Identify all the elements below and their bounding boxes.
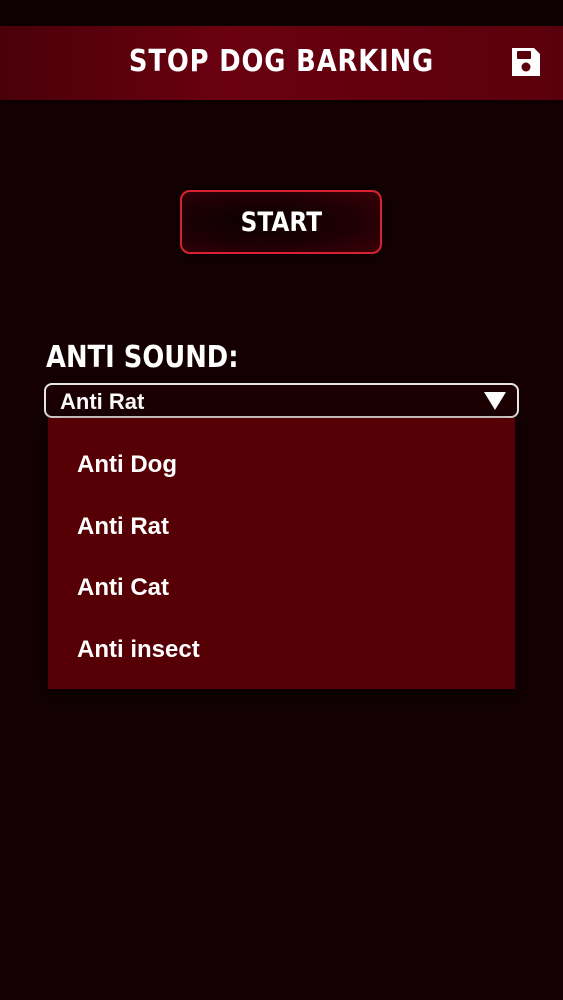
select-selected-value: Anti Rat	[60, 389, 145, 414]
anti-sound-select[interactable]: Anti Rat	[44, 383, 519, 418]
dropdown-option-anti-rat[interactable]: Anti Rat	[48, 495, 515, 556]
page-title: STOP DOG BARKING	[128, 44, 435, 79]
option-label: Anti Rat	[77, 513, 169, 540]
option-label: Anti insect	[77, 636, 200, 663]
dropdown-option-anti-cat[interactable]: Anti Cat	[48, 556, 515, 617]
start-button[interactable]: START	[180, 190, 382, 254]
start-button-label: START	[240, 206, 322, 238]
dropdown-list: Anti Dog Anti Rat Anti Cat Anti insect	[48, 418, 515, 689]
anti-sound-label: ANTI SOUND:	[46, 340, 239, 375]
option-label: Anti Dog	[77, 451, 177, 478]
save-button[interactable]	[509, 45, 543, 79]
save-icon	[512, 48, 540, 76]
dropdown-option-anti-insect[interactable]: Anti insect	[48, 618, 515, 679]
app-header: STOP DOG BARKING	[0, 26, 563, 100]
option-label: Anti Cat	[77, 574, 169, 601]
dropdown-option-anti-dog[interactable]: Anti Dog	[48, 433, 515, 494]
triangle-down-icon	[482, 390, 508, 412]
status-bar	[0, 0, 563, 26]
